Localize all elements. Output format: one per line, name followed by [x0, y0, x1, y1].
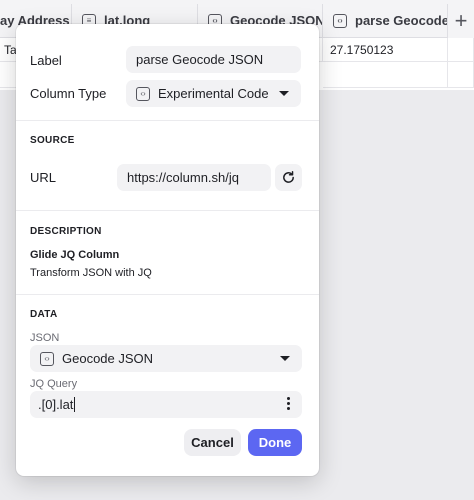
data-section-title: DATA: [30, 309, 58, 320]
label-field-label: Label: [30, 53, 62, 68]
table-cell[interactable]: [323, 62, 448, 88]
table-cell[interactable]: 27.1750123: [323, 38, 448, 62]
cancel-button-label: Cancel: [191, 435, 234, 450]
cell-text: 27.1750123: [330, 42, 394, 57]
table-cell[interactable]: [448, 62, 474, 88]
divider: [16, 210, 319, 211]
cancel-button[interactable]: Cancel: [184, 429, 241, 456]
url-label: URL: [30, 170, 57, 185]
url-input[interactable]: https://column.sh/jq: [117, 164, 271, 191]
jq-query-label: JQ Query: [30, 378, 78, 390]
column-type-label: Column Type: [30, 86, 107, 101]
code-icon: ‹›: [136, 86, 150, 101]
chevron-down-icon: [279, 91, 289, 96]
description-text: Transform JSON with JQ: [30, 267, 152, 279]
divider: [16, 120, 319, 121]
add-column-button[interactable]: +: [448, 4, 474, 38]
done-button-label: Done: [258, 435, 292, 450]
column-header-label: parse Geocode JSON: [355, 13, 448, 28]
plus-icon: +: [454, 8, 468, 33]
jq-query-value: .[0].lat: [38, 397, 74, 412]
url-input-value: https://column.sh/jq: [127, 170, 239, 185]
json-column-value: Geocode JSON: [62, 351, 154, 366]
done-button[interactable]: Done: [248, 429, 302, 456]
column-type-value: Experimental Code: [158, 86, 269, 101]
description-section-title: DESCRIPTION: [30, 226, 102, 237]
json-column-select[interactable]: ‹› Geocode JSON: [30, 345, 302, 372]
text-cursor: [74, 397, 76, 412]
code-icon: ‹›: [40, 351, 54, 366]
divider: [16, 294, 319, 295]
jq-query-input[interactable]: .[0].lat: [30, 391, 302, 418]
code-icon: ‹›: [333, 13, 347, 28]
chevron-down-icon: [280, 356, 290, 361]
cell-text: Ta: [4, 42, 17, 57]
column-header-parse-geocode-json[interactable]: ‹› parse Geocode JSON: [323, 4, 448, 38]
json-label: JSON: [30, 332, 60, 344]
label-input[interactable]: parse Geocode JSON: [126, 46, 301, 73]
table-cell[interactable]: [448, 38, 474, 62]
more-vertical-icon[interactable]: [287, 397, 290, 410]
column-config-dialog: Label parse Geocode JSON Column Type ‹› …: [16, 24, 319, 476]
label-input-value: parse Geocode JSON: [136, 52, 264, 67]
refresh-button[interactable]: [275, 164, 302, 191]
description-title: Glide JQ Column: [30, 249, 120, 261]
source-section-title: SOURCE: [30, 135, 75, 146]
refresh-icon: [283, 170, 294, 183]
column-type-select[interactable]: ‹› Experimental Code: [126, 80, 301, 107]
